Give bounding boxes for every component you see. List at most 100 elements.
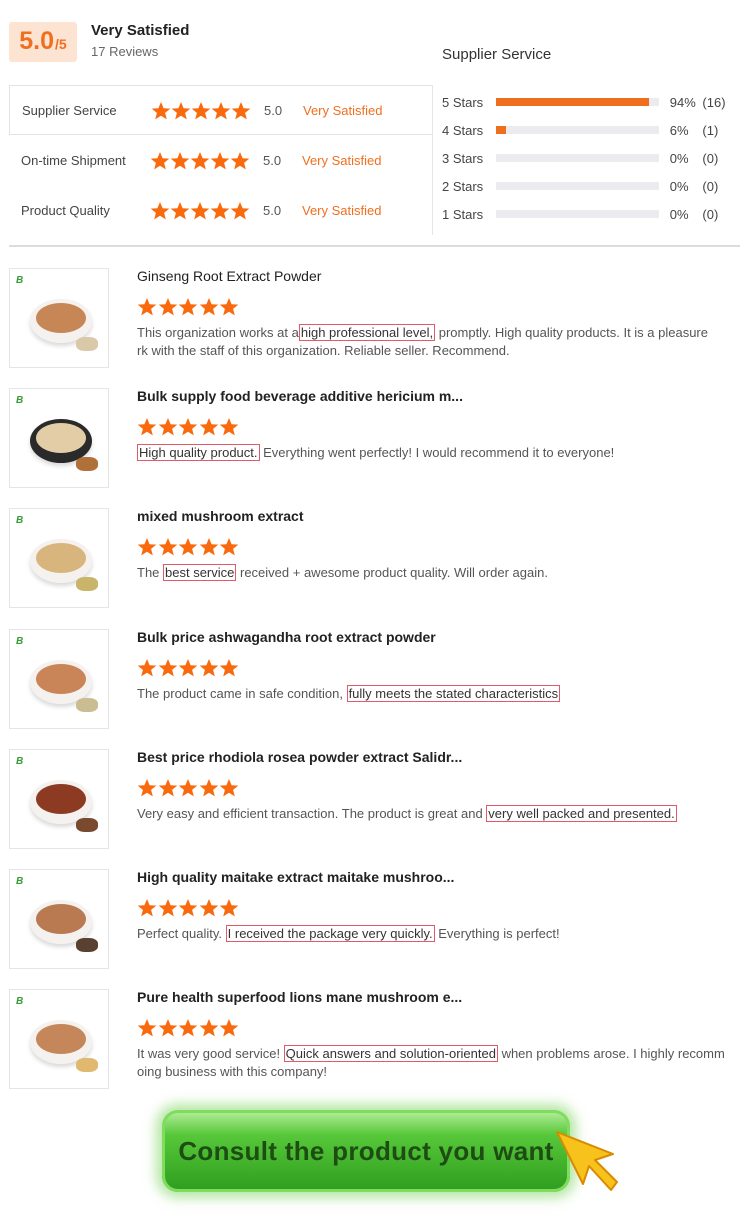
product-thumbnail[interactable]: B <box>9 869 109 969</box>
star-icon <box>210 151 230 169</box>
star-icon <box>199 1019 218 1037</box>
brand-logo-icon: B <box>16 996 24 1007</box>
distribution-row-4: 4 Stars 6% (1) <box>442 116 742 144</box>
review-text: Perfect quality. I received the package … <box>137 925 750 943</box>
review-highlight: High quality product. <box>137 444 260 461</box>
review-text-after: Everything went perfectly! I would recom… <box>259 445 615 460</box>
product-thumbnail[interactable]: B <box>9 508 109 608</box>
star-icon <box>210 201 230 219</box>
star-icon <box>178 659 198 677</box>
review-text-line2: rk with the staff of this organization. … <box>137 343 510 358</box>
rating-label: On-time Shipment <box>21 152 126 168</box>
review-text-before: The product came in safe condition, <box>137 686 347 701</box>
powder-shape <box>36 303 86 333</box>
score-suffix: /5 <box>55 36 67 52</box>
distribution-percent: 0% <box>669 150 689 166</box>
brand-logo-icon: B <box>16 876 24 887</box>
review-text: It was very good service! Quick answers … <box>137 1045 750 1081</box>
mushroom-shape <box>76 938 98 952</box>
review-product-title[interactable]: Bulk price ashwagandha root extract powd… <box>137 629 436 645</box>
star-icon <box>230 151 250 169</box>
product-thumbnail[interactable]: B <box>9 388 109 488</box>
review-text-after: received + awesome product quality. Will… <box>236 565 548 580</box>
review-product-title[interactable]: Pure health superfood lions mane mushroo… <box>137 989 462 1005</box>
brand-logo-icon: B <box>16 275 24 286</box>
distribution-count: (0) <box>702 178 719 194</box>
star-icon <box>199 298 218 316</box>
rating-status: Very Satisfied <box>302 152 382 168</box>
star-icon <box>199 538 218 556</box>
star-icon <box>199 779 218 797</box>
review-stars <box>137 297 240 316</box>
distribution-count: (0) <box>702 206 719 222</box>
review-product-title[interactable]: High quality maitake extract maitake mus… <box>137 869 454 885</box>
review-item: B mixed mushroom extract The best servic… <box>0 508 750 610</box>
star-icon <box>178 538 198 556</box>
review-stars <box>137 537 240 556</box>
star-icon <box>158 538 177 556</box>
brand-logo-icon: B <box>16 636 24 647</box>
powder-shape <box>36 543 86 573</box>
review-product-title[interactable]: Best price rhodiola rosea powder extract… <box>137 749 462 765</box>
star-icon <box>158 659 177 677</box>
star-icon <box>170 201 190 219</box>
rating-stars <box>150 151 263 170</box>
distribution-percent: 94% <box>669 94 696 110</box>
distribution-row-5: 5 Stars 94% (16) <box>442 88 742 116</box>
star-icon <box>199 418 218 436</box>
star-icon <box>190 151 210 169</box>
distribution-label: 1 Stars <box>442 206 484 222</box>
product-thumbnail[interactable]: B <box>9 749 109 849</box>
star-icon <box>231 101 251 119</box>
review-text-before: Perfect quality. <box>137 926 226 941</box>
star-icon <box>137 659 157 677</box>
pointer-arrow-icon <box>556 1131 618 1191</box>
rating-value: 5.0 <box>263 152 282 168</box>
rating-row-supplier-service[interactable]: Supplier Service 5.0 Very Satisfied <box>9 85 433 135</box>
star-icon <box>137 538 157 556</box>
brand-logo-icon: B <box>16 756 24 767</box>
distribution-row-3: 3 Stars 0% (0) <box>442 144 742 172</box>
rating-row-product-quality[interactable]: Product Quality 5.0 Very Satisfied <box>9 185 433 235</box>
distribution-label: 5 Stars <box>442 94 484 110</box>
powder-shape <box>36 664 86 694</box>
review-highlight: fully meets the stated characteristics <box>346 685 561 702</box>
rating-row-on-time-shipment[interactable]: On-time Shipment 5.0 Very Satisfied <box>9 135 433 185</box>
distribution-percent: 0% <box>669 178 689 194</box>
star-icon <box>137 1019 157 1037</box>
distribution-bar <box>496 182 659 190</box>
star-icon <box>178 1019 198 1037</box>
star-icon <box>219 1019 239 1037</box>
summary-title: Very Satisfied <box>91 22 190 39</box>
distribution-bar-fill <box>496 98 649 106</box>
review-stars <box>137 1018 240 1037</box>
mushroom-shape <box>76 577 98 591</box>
distribution-bar <box>496 154 659 162</box>
review-product-title[interactable]: mixed mushroom extract <box>137 508 304 524</box>
product-thumbnail[interactable]: B <box>9 989 109 1089</box>
consult-product-button[interactable]: Consult the product you want <box>162 1110 570 1192</box>
review-text-after: promptly. High quality products. It is a… <box>435 325 708 340</box>
review-item: B Ginseng Root Extract Powder This organ… <box>0 268 750 370</box>
root-shape <box>76 337 98 351</box>
distribution-percent: 6% <box>669 122 689 138</box>
star-icon <box>191 101 211 119</box>
review-text: This organization works at a high profess… <box>137 324 750 360</box>
distribution-label: 4 Stars <box>442 122 484 138</box>
rating-label: Product Quality <box>21 202 110 218</box>
star-icon <box>150 151 170 169</box>
review-count: 17 Reviews <box>91 44 159 59</box>
star-icon <box>151 101 171 119</box>
product-thumbnail[interactable]: B <box>9 268 109 368</box>
star-icon <box>158 418 177 436</box>
star-icon <box>211 101 231 119</box>
rating-stars <box>151 101 264 120</box>
product-thumbnail[interactable]: B <box>9 629 109 729</box>
review-product-title[interactable]: Ginseng Root Extract Powder <box>137 268 321 284</box>
powder-shape <box>36 423 86 453</box>
review-product-title[interactable]: Bulk supply food beverage additive heric… <box>137 388 463 404</box>
mushroom-shape <box>76 457 98 471</box>
brand-logo-icon: B <box>16 515 24 526</box>
rating-value: 5.0 <box>263 202 282 218</box>
star-icon <box>219 418 239 436</box>
